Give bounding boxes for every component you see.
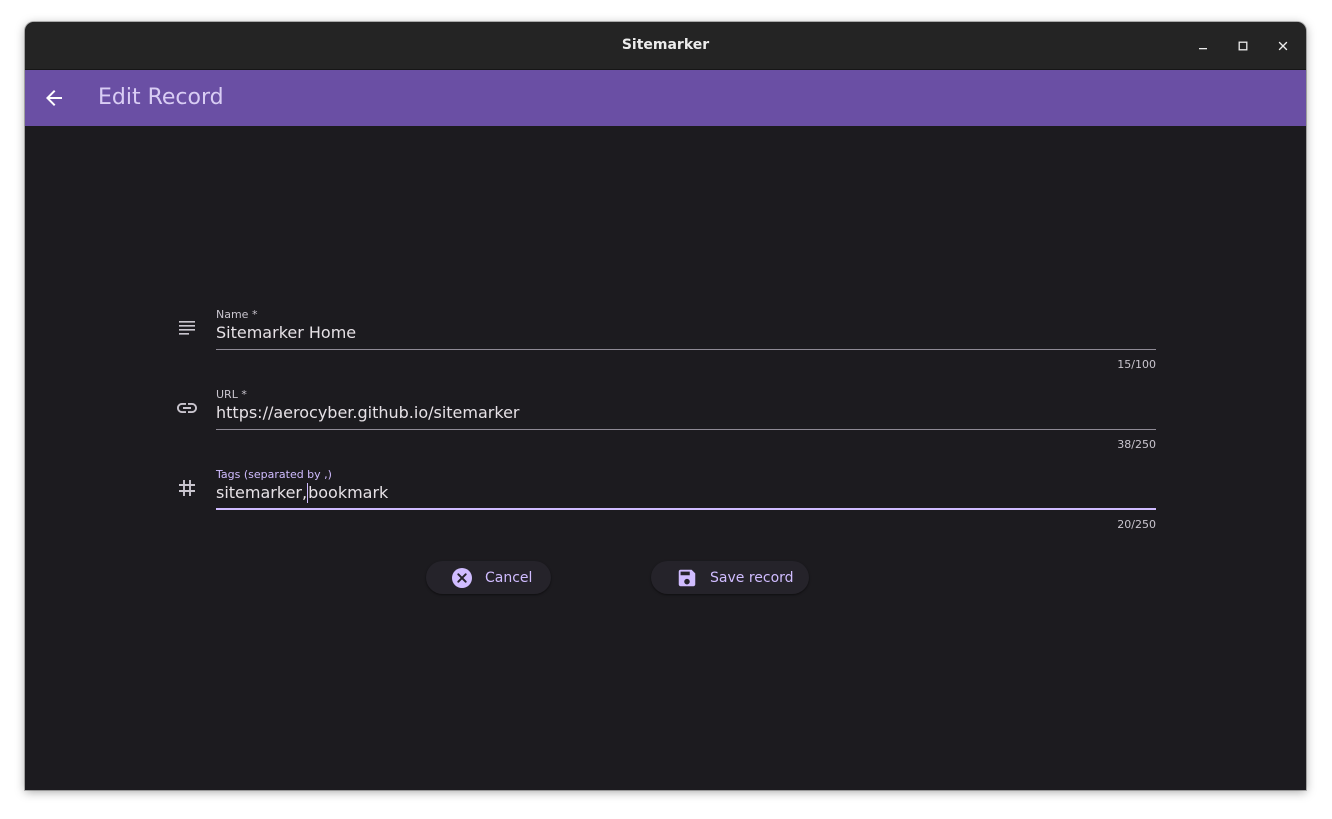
arrow-back-icon[interactable]: [42, 86, 66, 110]
name-field-value[interactable]: Sitemarker Home: [216, 323, 356, 343]
tags-field-value[interactable]: sitemarker,bookmark: [216, 483, 388, 503]
notes-icon: [175, 316, 199, 340]
tags-field-underline: [216, 508, 1156, 510]
close-icon[interactable]: [1271, 34, 1295, 58]
tags-value-before-caret: sitemarker,: [216, 483, 308, 502]
url-field-counter: 38/250: [1117, 438, 1156, 451]
save-record-button[interactable]: Save record: [651, 561, 809, 594]
name-field-underline: [216, 349, 1156, 350]
minimize-icon[interactable]: [1191, 34, 1215, 58]
page-title: Edit Record: [98, 85, 224, 110]
url-field-label: URL *: [216, 388, 247, 401]
tags-value-after-caret: bookmark: [308, 483, 389, 502]
app-bar: Edit Record: [25, 70, 1306, 126]
tags-field-label: Tags (separated by ,): [216, 468, 332, 481]
window-title: Sitemarker: [621, 37, 710, 53]
url-field-value[interactable]: https://aerocyber.github.io/sitemarker: [216, 403, 519, 423]
window-titlebar[interactable]: Sitemarker: [25, 22, 1306, 70]
tags-field[interactable]: Tags (separated by ,) sitemarker,bookmar…: [175, 468, 1156, 540]
save-button-label: Save record: [710, 569, 794, 586]
name-field[interactable]: Name * Sitemarker Home 15/100: [175, 308, 1156, 380]
url-field-underline: [216, 429, 1156, 430]
tags-field-counter: 20/250: [1117, 518, 1156, 531]
link-icon: [175, 396, 199, 420]
name-field-label: Name *: [216, 308, 258, 321]
maximize-icon[interactable]: [1231, 34, 1255, 58]
cancel-circle-icon: [451, 567, 473, 589]
name-field-counter: 15/100: [1117, 358, 1156, 371]
app-window: Sitemarker Edit Record Name * Sitemarker…: [25, 22, 1306, 790]
save-icon: [676, 567, 698, 589]
cancel-button-label: Cancel: [485, 569, 533, 586]
tag-icon: [175, 476, 199, 500]
cancel-button[interactable]: Cancel: [426, 561, 551, 594]
url-field[interactable]: URL * https://aerocyber.github.io/sitema…: [175, 388, 1156, 460]
